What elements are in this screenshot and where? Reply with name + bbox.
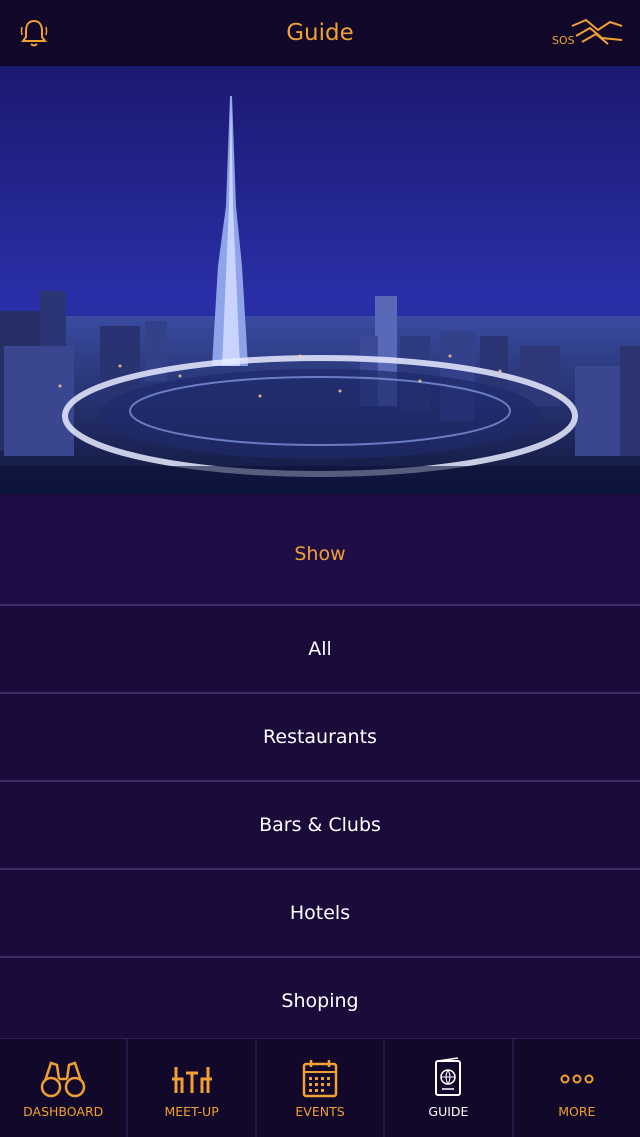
binoculars-icon xyxy=(40,1061,86,1098)
calendar-icon xyxy=(302,1060,338,1098)
tab-meet-up-label: MEET-UP xyxy=(164,1104,219,1119)
handshake-icon xyxy=(571,18,623,45)
tab-more-label: MORE xyxy=(558,1104,596,1119)
filter-list: Show All Restaurants Bars & Clubs Hotels… xyxy=(0,495,640,1046)
meetup-icon xyxy=(171,1067,212,1093)
show-heading: Show xyxy=(0,495,640,606)
tab-dashboard-label: DASHBOARD xyxy=(23,1104,104,1119)
tab-bar: DASHBOARD MEET-UP EVENTS GUIDE MORE xyxy=(0,1038,640,1137)
filter-item-bars-clubs[interactable]: Bars & Clubs xyxy=(0,782,640,870)
tab-meet-up[interactable]: MEET-UP xyxy=(128,1039,257,1137)
tab-guide[interactable]: GUIDE xyxy=(385,1039,514,1137)
sos-button[interactable]: SOS xyxy=(552,16,624,50)
filter-item-hotels[interactable]: Hotels xyxy=(0,870,640,958)
top-bar: Guide SOS xyxy=(0,0,640,66)
filter-item-shoping[interactable]: Shoping xyxy=(0,958,640,1046)
passport-icon xyxy=(435,1057,462,1096)
page-title: Guide xyxy=(286,20,354,46)
tab-events-label: EVENTS xyxy=(295,1104,345,1119)
tab-events[interactable]: EVENTS xyxy=(257,1039,386,1137)
tab-dashboard[interactable]: DASHBOARD xyxy=(0,1039,129,1137)
tab-guide-label: GUIDE xyxy=(428,1104,469,1119)
filter-item-restaurants[interactable]: Restaurants xyxy=(0,694,640,782)
tab-more[interactable]: MORE xyxy=(514,1039,640,1137)
city-skyline-image xyxy=(0,66,640,494)
filter-item-all[interactable]: All xyxy=(0,606,640,694)
more-icon xyxy=(560,1074,594,1084)
